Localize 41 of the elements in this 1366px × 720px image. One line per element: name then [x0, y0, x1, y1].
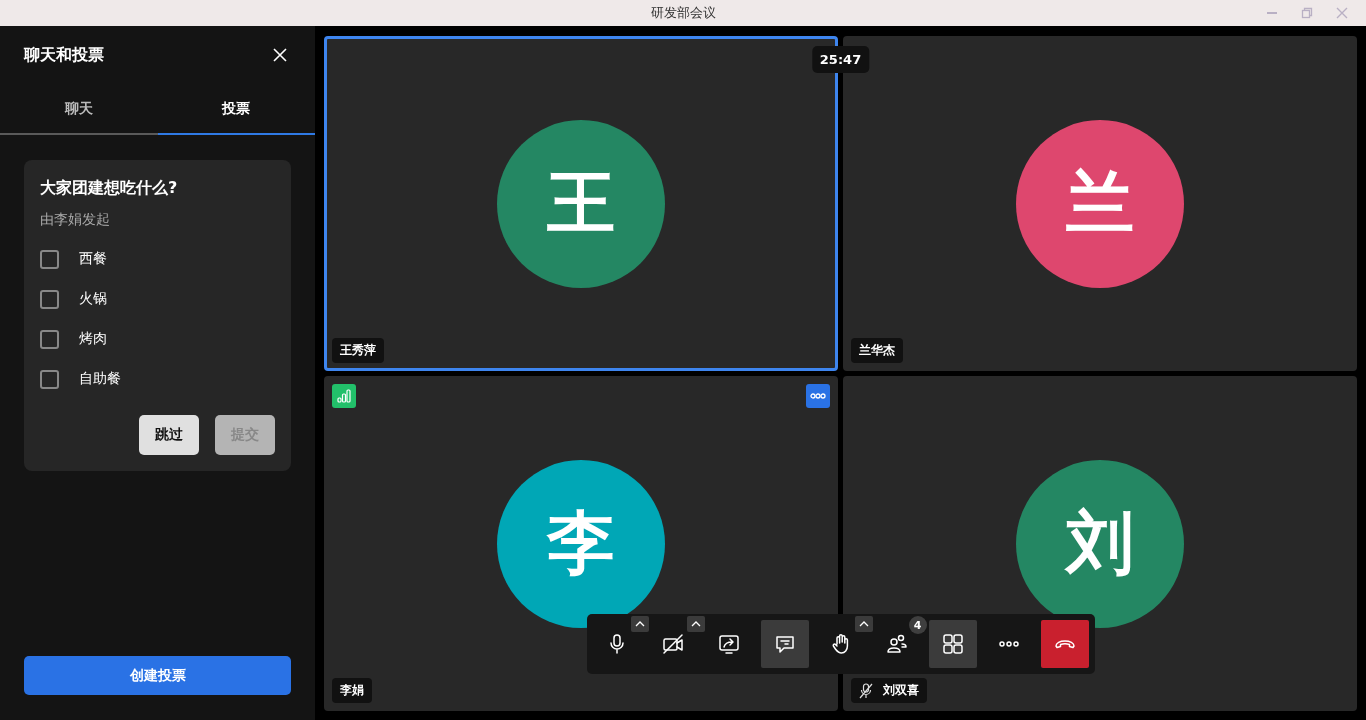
avatar: 王: [497, 119, 665, 288]
avatar: 李: [497, 459, 665, 628]
checkbox[interactable]: [40, 249, 59, 269]
chevron-up-icon: [690, 621, 701, 627]
checkbox[interactable]: [40, 329, 59, 349]
checkbox[interactable]: [40, 289, 59, 309]
grid-icon: [940, 632, 965, 656]
create-poll-button[interactable]: 创建投票: [24, 656, 291, 695]
panel-title: 聊天和投票: [24, 44, 104, 66]
options-button[interactable]: [854, 616, 873, 632]
option-label: 烤肉: [79, 330, 107, 348]
call-timer: 25:47: [811, 46, 870, 73]
participants-icon: [884, 632, 909, 656]
participant-name: 王秀萍: [340, 342, 376, 359]
chevron-up-icon: [634, 621, 645, 627]
participant-name: 李娟: [340, 682, 364, 699]
window-title: 研发部会议: [650, 4, 716, 22]
layout-button[interactable]: [928, 620, 977, 668]
option-label: 自助餐: [79, 370, 121, 388]
tab[interactable]: 聊天: [0, 84, 158, 135]
option-label: 火锅: [79, 290, 107, 308]
checkbox[interactable]: [40, 369, 59, 389]
tile-menu-button[interactable]: [806, 384, 830, 408]
poll-initiator: 由李娟发起: [40, 211, 111, 229]
participant-name: 兰华杰: [859, 342, 895, 359]
camera-off-icon: [660, 632, 685, 656]
count-badge: 4: [908, 616, 927, 634]
options-button[interactable]: [686, 616, 705, 632]
option-label: 西餐: [79, 250, 107, 268]
share-screen-icon: [716, 632, 741, 656]
end-call-button[interactable]: [1040, 620, 1089, 668]
options-button[interactable]: [630, 616, 649, 632]
skip-button[interactable]: 跳过: [139, 415, 199, 455]
more-icon: [998, 641, 1019, 647]
poll-question: 大家团建想吃什么?: [40, 178, 179, 199]
more-icon: [810, 393, 826, 399]
avatar: 刘: [1016, 459, 1184, 628]
chat-button[interactable]: [760, 620, 809, 668]
avatar: 兰: [1016, 119, 1184, 288]
chevron-up-icon: [858, 621, 869, 627]
participant-name: 刘双喜: [883, 682, 919, 699]
